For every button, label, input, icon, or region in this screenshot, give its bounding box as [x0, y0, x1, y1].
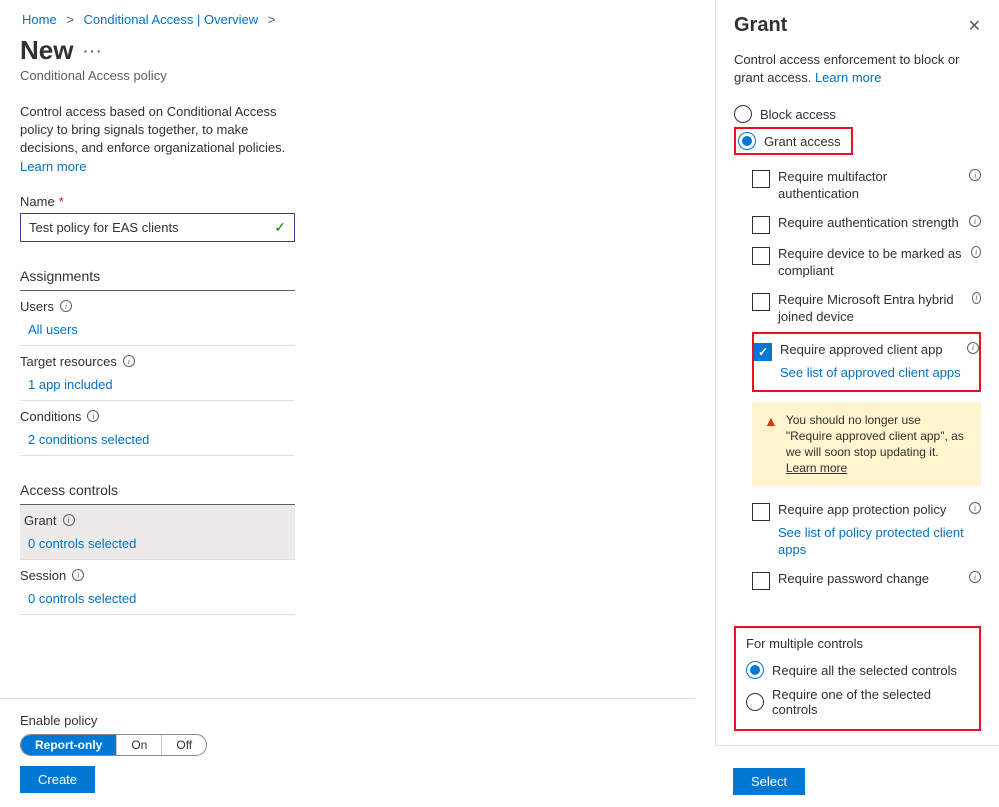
require-hybrid-joined[interactable]: Require Microsoft Entra hybrid joined de… [752, 286, 981, 332]
pill-on[interactable]: On [117, 735, 162, 755]
info-icon[interactable]: i [967, 342, 979, 354]
for-multiple-title: For multiple controls [746, 636, 969, 651]
grant-access-radio[interactable]: Grant access [738, 130, 849, 152]
select-button[interactable]: Select [733, 768, 805, 795]
conditions-value[interactable]: 2 conditions selected [20, 428, 295, 456]
require-compliant[interactable]: Require device to be marked as compliant… [752, 240, 981, 286]
target-resources-row[interactable]: Target resourcesi [20, 346, 295, 373]
grant-row[interactable]: Granti [20, 505, 295, 532]
info-icon[interactable]: i [969, 502, 981, 514]
breadcrumb-home[interactable]: Home [22, 12, 57, 27]
breadcrumb: Home > Conditional Access | Overview > [20, 12, 695, 27]
require-app-protection[interactable]: Require app protection policyi [752, 496, 981, 527]
name-input[interactable]: Test policy for EAS clients ✓ [20, 213, 295, 242]
create-button[interactable]: Create [20, 766, 95, 793]
info-icon[interactable]: i [972, 292, 981, 304]
grant-intro: Control access enforcement to block or g… [734, 51, 981, 87]
close-icon[interactable]: ✕ [968, 16, 981, 36]
info-icon[interactable]: i [969, 571, 981, 583]
grant-value[interactable]: 0 controls selected [20, 532, 295, 560]
session-row[interactable]: Sessioni [20, 560, 295, 587]
warning-icon: ▲ [764, 412, 778, 477]
require-mfa[interactable]: Require multifactor authenticationi [752, 163, 981, 209]
learn-more-link[interactable]: Learn more [20, 159, 86, 174]
grant-learn-more[interactable]: Learn more [815, 70, 881, 85]
access-controls-header: Access controls [20, 482, 295, 505]
require-approved-client-app[interactable]: Require approved client appi [754, 336, 979, 367]
breadcrumb-conditional-access[interactable]: Conditional Access | Overview [84, 12, 259, 27]
approved-apps-link[interactable]: See list of approved client apps [780, 365, 979, 382]
checkmark-icon: ✓ [274, 219, 286, 236]
info-icon[interactable]: i [60, 300, 72, 312]
conditions-row[interactable]: Conditionsi [20, 401, 295, 428]
pill-report-only[interactable]: Report-only [21, 735, 117, 755]
info-icon[interactable]: i [969, 215, 981, 227]
pill-off[interactable]: Off [162, 735, 206, 755]
more-icon[interactable]: ··· [83, 43, 103, 59]
require-all-radio[interactable]: Require all the selected controls [746, 657, 969, 683]
protection-link[interactable]: See list of policy protected client apps [778, 525, 981, 559]
warning-learn-more[interactable]: Learn more [786, 461, 847, 475]
enable-policy-label: Enable policy [20, 713, 675, 728]
assignments-header: Assignments [20, 268, 295, 291]
session-value[interactable]: 0 controls selected [20, 587, 295, 615]
name-label: Name* [20, 194, 695, 209]
info-icon[interactable]: i [969, 169, 981, 181]
users-row[interactable]: Usersi [20, 291, 295, 318]
block-access-radio[interactable]: Block access [734, 101, 981, 127]
enable-policy-toggle[interactable]: Report-only On Off [20, 734, 207, 756]
target-resources-value[interactable]: 1 app included [20, 373, 295, 401]
info-icon[interactable]: i [971, 246, 981, 258]
info-icon[interactable]: i [87, 410, 99, 422]
warning-box: ▲ You should no longer use "Require appr… [752, 402, 981, 487]
require-auth-strength[interactable]: Require authentication strengthi [752, 209, 981, 240]
page-title: New ··· [20, 35, 695, 66]
users-value[interactable]: All users [20, 318, 295, 346]
info-icon[interactable]: i [63, 514, 75, 526]
info-icon[interactable]: i [123, 355, 135, 367]
intro-text: Control access based on Conditional Acce… [20, 103, 295, 176]
grant-panel-title: Grant [734, 14, 787, 37]
require-password-change[interactable]: Require password changei [752, 565, 981, 596]
info-icon[interactable]: i [72, 569, 84, 581]
page-subtitle: Conditional Access policy [20, 68, 695, 83]
require-one-radio[interactable]: Require one of the selected controls [746, 683, 969, 721]
